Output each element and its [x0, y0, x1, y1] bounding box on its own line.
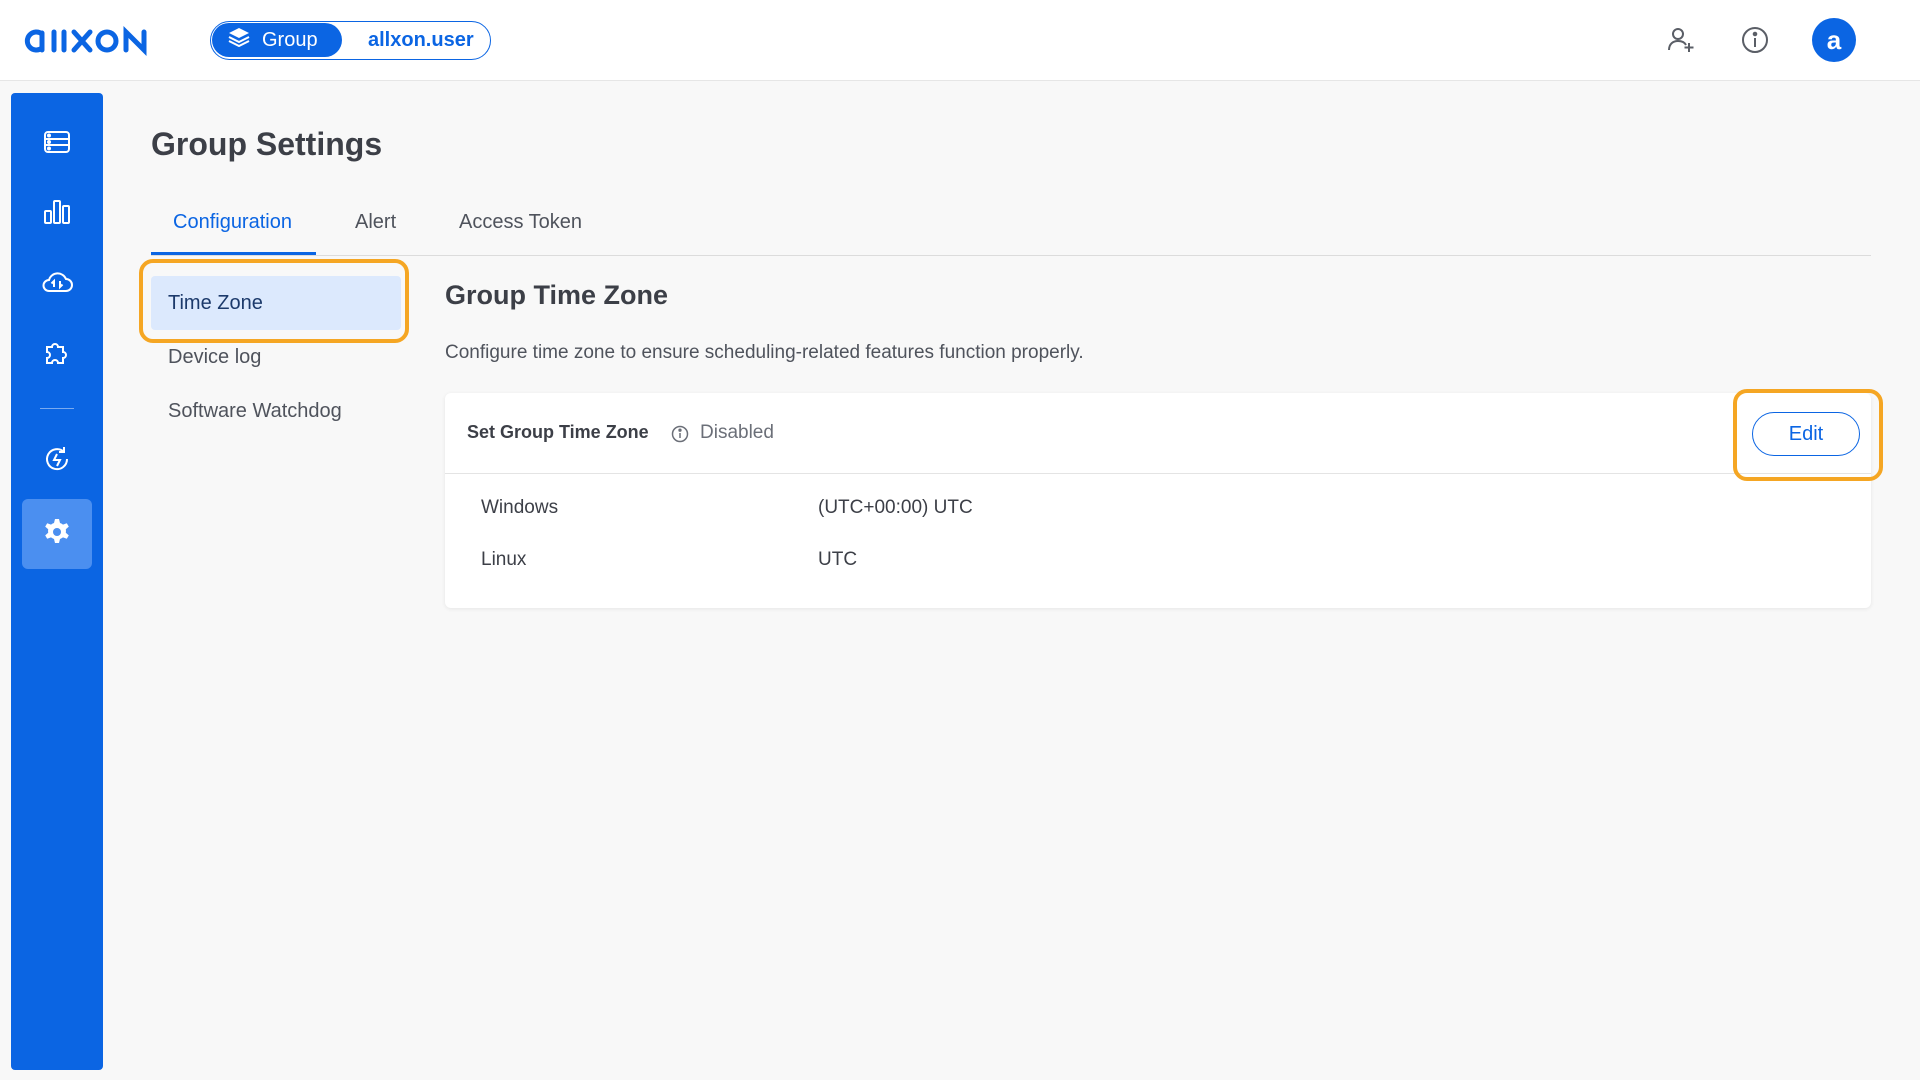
context-user-name: allxon.user: [368, 29, 474, 51]
tab-access-token[interactable]: Access Token: [459, 200, 582, 256]
layers-icon: [228, 27, 250, 53]
card-title: Set Group Time Zone: [467, 422, 649, 442]
sidebar-item-devices[interactable]: [22, 109, 92, 179]
tab-configuration[interactable]: Configuration: [173, 200, 292, 256]
sidebar-item-analytics[interactable]: [22, 179, 92, 249]
info-icon[interactable]: [671, 425, 689, 448]
analytics-icon: [42, 197, 72, 232]
sidebar-item-cloud-sync[interactable]: [22, 249, 92, 319]
subnav-item-time-zone[interactable]: Time Zone: [151, 276, 401, 330]
section-title: Group Time Zone: [445, 280, 669, 310]
sidebar-item-settings[interactable]: [22, 499, 92, 569]
plugin-icon: [42, 337, 72, 372]
edit-button[interactable]: Edit: [1752, 412, 1860, 456]
sidebar: [11, 93, 103, 1070]
card-header: Set Group Time Zone Disabled Edit: [445, 393, 1871, 474]
avatar[interactable]: a: [1812, 18, 1856, 62]
tab-alert[interactable]: Alert: [355, 200, 396, 256]
top-bar: Group allxon.user a: [0, 0, 1920, 81]
status-text: Disabled: [700, 422, 774, 443]
info-icon[interactable]: [1739, 24, 1771, 56]
sidebar-divider: [40, 408, 74, 409]
add-user-icon[interactable]: [1665, 24, 1697, 56]
devices-icon: [42, 127, 72, 162]
subnav-item-device-log[interactable]: Device log: [151, 330, 401, 384]
settings-icon: [42, 517, 72, 552]
time-zone-card: Set Group Time Zone Disabled Edit Window…: [445, 393, 1871, 608]
time-zone-value-windows: (UTC+00:00) UTC: [818, 497, 973, 518]
sidebar-item-plugins[interactable]: [22, 319, 92, 389]
settings-tabs: Configuration Alert Access Token: [151, 200, 1871, 256]
group-context-label: Group: [262, 28, 318, 51]
section-description: Configure time zone to ensure scheduling…: [445, 342, 1084, 363]
group-context-chip[interactable]: Group: [212, 23, 342, 57]
sidebar-item-ota-update[interactable]: [22, 426, 92, 496]
time-zone-value-linux: UTC: [818, 549, 858, 570]
os-label-windows: Windows: [481, 497, 559, 518]
context-switcher[interactable]: Group allxon.user: [210, 21, 491, 60]
ota-update-icon: [42, 444, 72, 479]
subnav-item-software-watchdog[interactable]: Software Watchdog: [151, 384, 401, 438]
allxon-logo[interactable]: [22, 20, 170, 60]
os-label-linux: Linux: [481, 549, 527, 570]
page-title: Group Settings: [151, 126, 383, 162]
active-tab-indicator: [151, 252, 316, 255]
cloud-sync-icon: [41, 267, 73, 302]
